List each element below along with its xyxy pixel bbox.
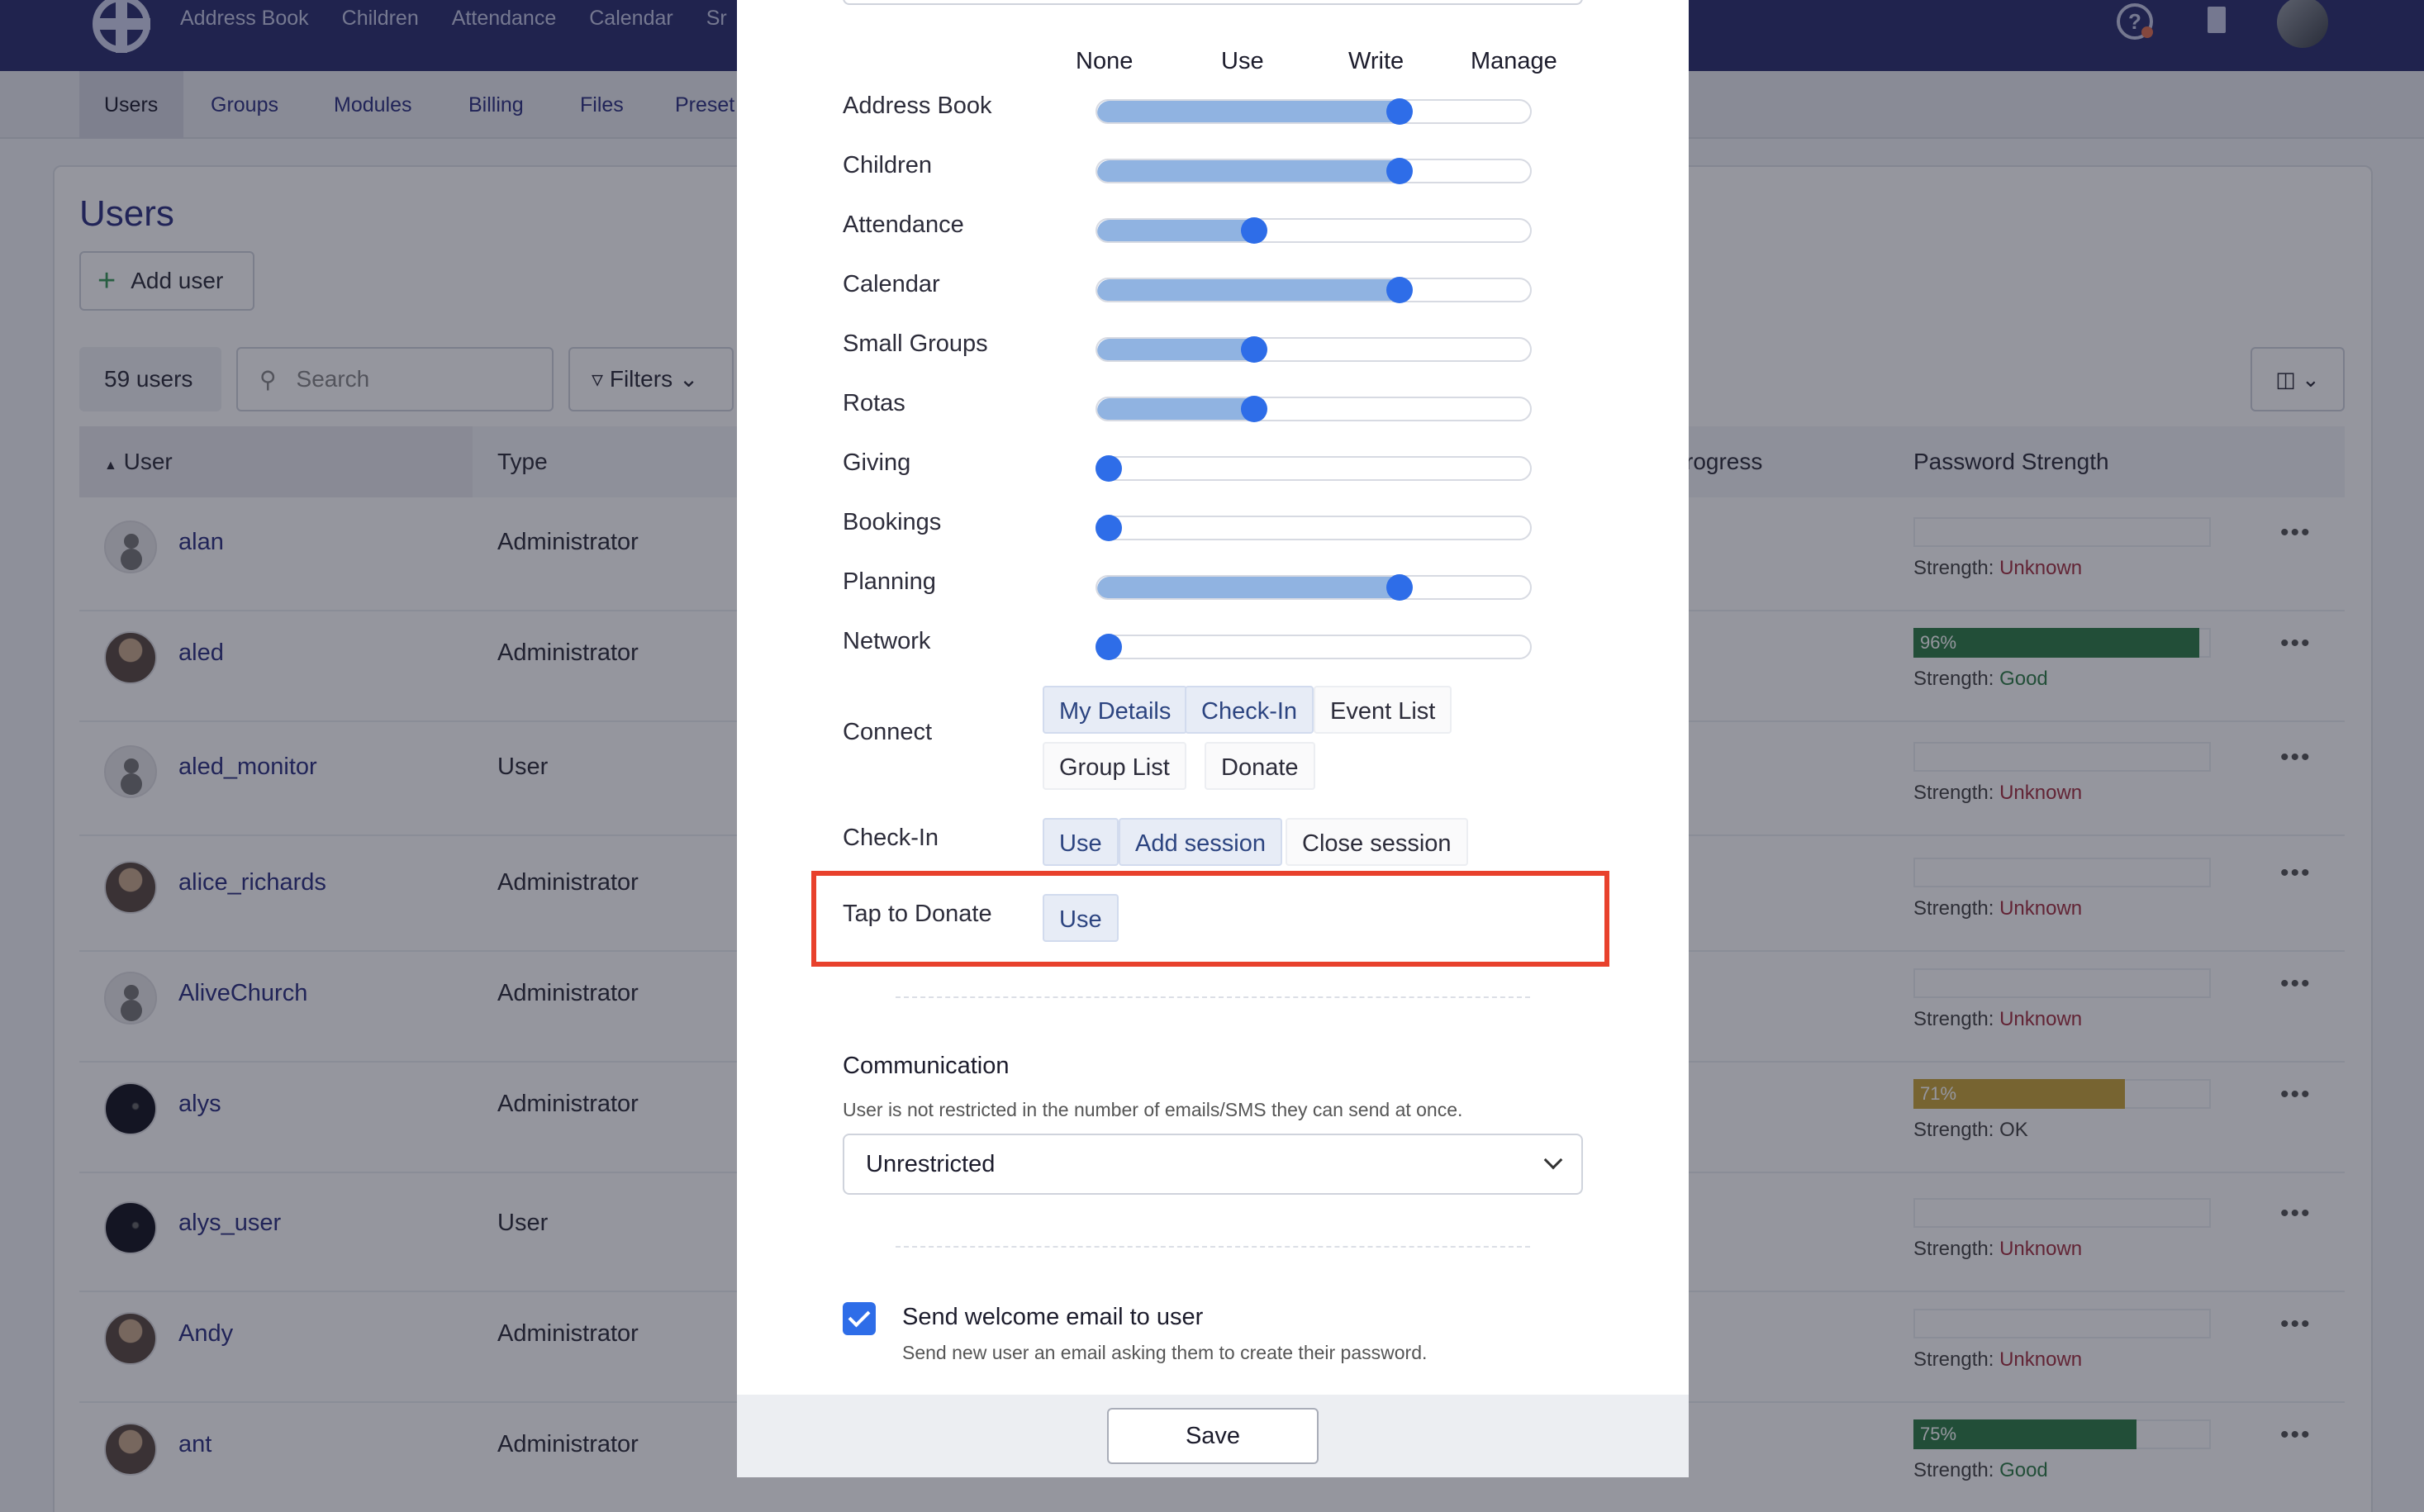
slider-thumb[interactable] [1241,336,1267,363]
slider-fill [1097,279,1401,301]
communication-title: Communication [843,1053,1010,1079]
slider-fill [1097,220,1256,241]
tap-to-donate-label: Tap to Donate [843,901,992,927]
slider-fill [1097,339,1256,360]
communication-selected-value: Unrestricted [866,1151,996,1177]
permission-label: Network [843,628,931,654]
slider-fill [1097,398,1256,420]
permission-label: Planning [843,568,936,595]
edit-user-permissions-modal: None Use Write Manage Address Book Childr… [737,0,1689,1477]
slider-track [1096,635,1532,659]
chevron-down-icon [1543,1150,1563,1170]
communication-description: User is not restricted in the number of … [843,1099,1463,1120]
slider-track [1096,218,1532,243]
permission-slider[interactable] [1096,634,1532,660]
modal-footer: Save [737,1395,1689,1477]
checkin-option-chip[interactable]: Close session [1286,818,1468,866]
slider-thumb[interactable] [1241,396,1267,422]
slider-track [1096,99,1532,124]
level-header-write: Write [1348,48,1404,74]
slider-track [1096,337,1532,362]
slider-track [1096,516,1532,540]
slider-thumb[interactable] [1096,515,1122,541]
connect-option-chip[interactable]: Check-In [1185,686,1314,734]
level-header-manage: Manage [1471,48,1557,74]
slider-track [1096,575,1532,600]
connect-label: Connect [843,719,933,745]
slider-track [1096,159,1532,183]
connect-option-chip[interactable]: Donate [1205,742,1315,790]
checkin-label: Check-In [843,825,939,851]
permission-slider[interactable] [1096,217,1532,244]
permission-label: Giving [843,449,911,476]
permission-slider[interactable] [1096,574,1532,601]
checkin-option-chip[interactable]: Add session [1119,818,1282,866]
permission-label: Address Book [843,93,992,119]
send-welcome-email-label[interactable]: Send welcome email to user [902,1304,1203,1331]
send-welcome-email-checkbox[interactable] [843,1302,876,1335]
permission-slider[interactable] [1096,515,1532,541]
permission-label: Children [843,152,932,178]
send-welcome-email-description: Send new user an email asking them to cr… [902,1342,1428,1363]
slider-track [1096,397,1532,421]
checkin-option-chip[interactable]: Use [1043,818,1119,866]
permission-slider[interactable] [1096,98,1532,125]
slider-thumb[interactable] [1096,455,1122,482]
permission-slider[interactable] [1096,158,1532,184]
slider-thumb[interactable] [1386,277,1413,303]
save-button[interactable]: Save [1107,1408,1319,1464]
level-header-use: Use [1221,48,1264,74]
slider-thumb[interactable] [1386,574,1413,601]
tap-to-donate-option-chip[interactable]: Use [1043,894,1119,942]
section-divider [896,1246,1530,1248]
permission-label: Bookings [843,509,942,535]
permission-slider[interactable] [1096,455,1532,482]
slider-track [1096,278,1532,302]
slider-track [1096,456,1532,481]
permission-slider[interactable] [1096,396,1532,422]
modal-top-field[interactable] [843,0,1583,5]
slider-thumb[interactable] [1096,634,1122,660]
level-header-none: None [1076,48,1134,74]
permission-label: Rotas [843,390,905,416]
slider-thumb[interactable] [1386,98,1413,125]
slider-thumb[interactable] [1241,217,1267,244]
slider-fill [1097,101,1401,122]
slider-fill [1097,577,1401,598]
connect-option-chip[interactable]: My Details [1043,686,1188,734]
permission-label: Attendance [843,212,964,238]
permission-slider[interactable] [1096,336,1532,363]
slider-thumb[interactable] [1386,158,1413,184]
connect-option-chip[interactable]: Group List [1043,742,1186,790]
permission-label: Calendar [843,271,940,297]
connect-option-chip[interactable]: Event List [1314,686,1452,734]
permission-slider[interactable] [1096,277,1532,303]
section-divider [896,996,1530,998]
permission-label: Small Groups [843,330,988,357]
communication-limit-select[interactable]: Unrestricted [843,1134,1583,1195]
slider-fill [1097,160,1401,182]
